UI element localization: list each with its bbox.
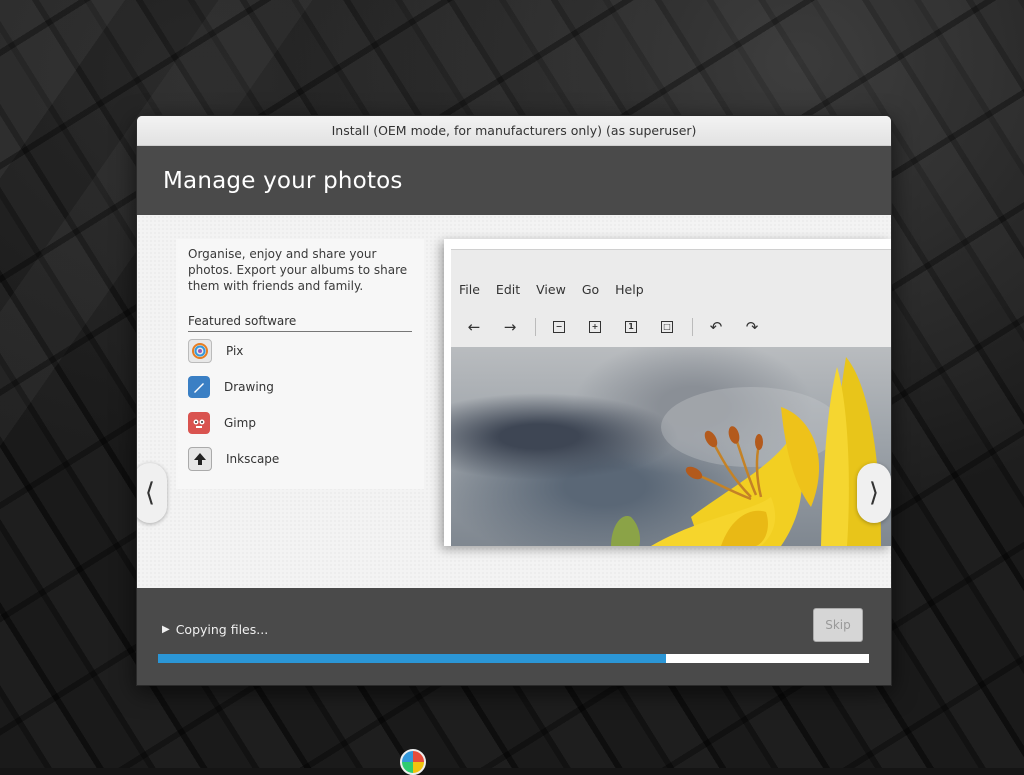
menu-file: File [459, 282, 480, 297]
slideshow-panel: Organise, enjoy and share your photos. E… [137, 215, 891, 588]
slide-header: Manage your photos [137, 146, 891, 215]
next-slide-button[interactable]: ⟩ [857, 463, 891, 523]
zoom-fit-icon: □ [654, 317, 680, 337]
forward-arrow-icon: → [503, 318, 517, 336]
menu-launcher-icon[interactable] [400, 749, 426, 775]
menu-view: View [536, 282, 566, 297]
drawing-icon [188, 376, 210, 398]
app-label-drawing: Drawing [224, 380, 274, 394]
install-footer: ▶ Copying files... Skip [137, 588, 891, 685]
app-label-inkscape: Inkscape [226, 452, 280, 466]
menu-help: Help [615, 282, 644, 297]
featured-software-title: Featured software [188, 314, 412, 332]
featured-app-drawing: Drawing [188, 375, 274, 399]
status-expander[interactable]: ▶ Copying files... [162, 622, 268, 637]
screenshot-menubar: File Edit View Go Help [459, 282, 660, 297]
screenshot-toolbar: ← → − + 1 □ ↶ ↷ [461, 317, 775, 337]
app-label-gimp: Gimp [224, 416, 256, 430]
expander-triangle-icon: ▶ [162, 624, 170, 635]
featured-app-pix: Pix [188, 339, 243, 363]
slide-heading: Manage your photos [163, 167, 403, 194]
toolbar-separator [535, 318, 536, 336]
zoom-out-icon: − [546, 317, 572, 337]
skip-button[interactable]: Skip [813, 608, 863, 642]
zoom-in-icon: + [582, 317, 608, 337]
menu-go: Go [581, 282, 600, 297]
status-text: Copying files... [175, 622, 269, 637]
app-screenshot: File Edit View Go Help ← → − + 1 □ ↶ ↷ [444, 239, 891, 546]
window-titlebar[interactable]: Install (OEM mode, for manufacturers onl… [137, 116, 891, 146]
toolbar-separator [692, 318, 693, 336]
window-title: Install (OEM mode, for manufacturers onl… [331, 123, 697, 138]
zoom-normal-icon: 1 [618, 317, 644, 337]
app-label-pix: Pix [226, 344, 244, 358]
pix-icon [188, 339, 212, 363]
inkscape-icon [188, 447, 212, 471]
back-arrow-icon: ← [467, 318, 481, 336]
rotate-right-icon: ↷ [745, 318, 759, 336]
previous-slide-button[interactable]: ⟨ [137, 463, 167, 523]
info-card: Organise, enjoy and share your photos. E… [176, 239, 424, 489]
rotate-left-icon: ↶ [709, 318, 723, 336]
slide-description: Organise, enjoy and share your photos. E… [188, 247, 408, 293]
screenshot-chrome: File Edit View Go Help ← → − + 1 □ ↶ ↷ [451, 249, 891, 348]
install-progress-bar [158, 654, 869, 663]
installer-window: Install (OEM mode, for manufacturers onl… [136, 115, 892, 686]
progress-fill [158, 654, 667, 663]
gimp-icon [188, 412, 210, 434]
featured-app-gimp: Gimp [188, 411, 256, 435]
chevron-right-icon: ⟩ [868, 478, 880, 508]
lily-photo [451, 347, 891, 546]
featured-app-inkscape: Inkscape [188, 447, 279, 471]
menu-edit: Edit [495, 282, 521, 297]
chevron-left-icon: ⟨ [144, 478, 156, 508]
